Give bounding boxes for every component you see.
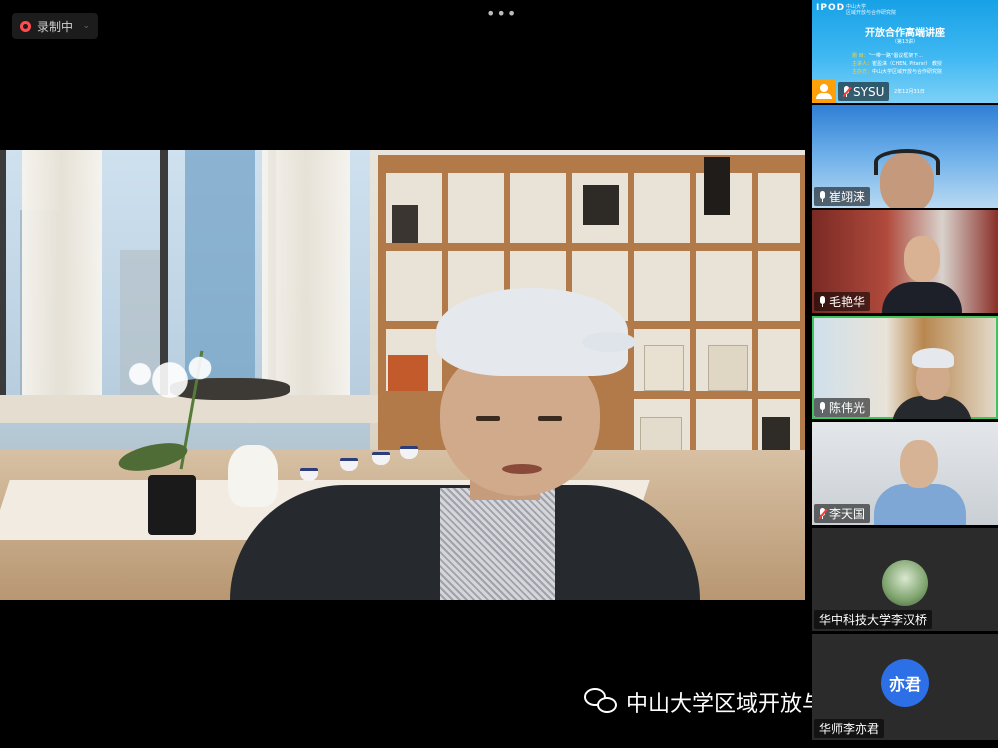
main-stage: 录制中 ⌄ ••• 中山大学区域开放与合作研究院 xyxy=(0,0,934,748)
recording-label: 录制中 xyxy=(37,19,74,34)
participant-gallery: IPOD 中山大学 区域开放与合作研究院 开放合作高端讲座 （第13讲） 题 目：… xyxy=(812,0,998,748)
mic-muted-icon xyxy=(842,86,852,98)
participant-name: 华中科技大学李汉桥 xyxy=(819,613,928,627)
slide-line-speaker: 主讲人：崔盈涞（CHEN, Pitarsr） 教授 xyxy=(852,61,942,67)
participant-name: 李天国 xyxy=(829,507,866,521)
participant-name: 毛艳华 xyxy=(829,295,866,309)
slide-date: 2年12月31日 xyxy=(894,89,925,95)
curtain xyxy=(22,150,102,415)
host-icon xyxy=(812,79,836,103)
slide-subtitle: 中山大学 区域开放与合作研究院 xyxy=(846,4,897,16)
participant-name: 华师李亦君 xyxy=(819,722,880,736)
participant-jacket xyxy=(882,282,962,313)
curtain xyxy=(262,150,350,415)
slide-line-host: 主办方：中山大学区域开放与合作研究院 xyxy=(852,69,943,75)
plant-pot xyxy=(148,475,196,535)
slide-logo: IPOD xyxy=(816,3,846,13)
participant-cap xyxy=(912,348,954,368)
speaker-cap xyxy=(436,288,636,376)
participant-name-tag: SYSU xyxy=(838,82,890,101)
participant-tile-li-yijun[interactable]: 亦君 华师李亦君 xyxy=(812,634,998,740)
participant-avatar xyxy=(882,560,928,606)
mic-icon xyxy=(819,191,826,202)
participant-name-tag: 李天国 xyxy=(814,504,871,523)
slide-line-topic: 题 目："一带一路"倡议框架下... xyxy=(852,53,923,59)
participant-tile-chen[interactable]: 陈伟光 xyxy=(812,316,998,419)
mic-icon xyxy=(819,296,826,307)
more-options-button[interactable]: ••• xyxy=(486,4,517,23)
participant-face xyxy=(904,236,940,282)
participant-shirt xyxy=(874,484,966,525)
record-icon xyxy=(20,20,31,32)
participant-name-tag: 陈伟光 xyxy=(814,398,871,417)
participant-tile-cui[interactable]: 崔翊涞 xyxy=(812,105,998,208)
participant-tile-mao[interactable]: 毛艳华 xyxy=(812,210,998,313)
participant-avatar: 亦君 xyxy=(881,659,929,707)
participant-name: SYSU xyxy=(853,84,885,99)
participant-tile-sysu[interactable]: IPOD 中山大学 区域开放与合作研究院 开放合作高端讲座 （第13讲） 题 目：… xyxy=(812,0,998,103)
participant-tile-li-hanqiao[interactable]: 华中科技大学李汉桥 xyxy=(812,528,998,631)
participant-face xyxy=(900,440,938,488)
orchid-flowers xyxy=(120,350,220,410)
slide-title: 开放合作高端讲座 xyxy=(865,28,945,39)
participant-tile-li-tianguo[interactable]: 李天国 xyxy=(812,422,998,525)
speaker-shirt xyxy=(440,488,555,600)
participant-name-tag: 华师李亦君 xyxy=(814,719,885,738)
white-vase xyxy=(228,445,278,507)
headset xyxy=(874,149,940,175)
main-speaker-video xyxy=(0,150,805,600)
participant-name-tag: 毛艳华 xyxy=(814,292,871,311)
recording-badge[interactable]: 录制中 ⌄ xyxy=(12,13,98,39)
participant-name: 陈伟光 xyxy=(829,401,866,415)
chevron-down-icon: ⌄ xyxy=(82,21,90,31)
participant-name: 崔翊涞 xyxy=(829,190,866,204)
slide-issue: （第13讲） xyxy=(891,39,919,45)
participant-name-tag: 崔翊涞 xyxy=(814,187,871,206)
wechat-icon xyxy=(584,688,618,716)
mic-icon xyxy=(819,402,826,413)
participant-name-tag: 华中科技大学李汉桥 xyxy=(814,610,933,629)
mic-muted-icon xyxy=(818,508,828,520)
